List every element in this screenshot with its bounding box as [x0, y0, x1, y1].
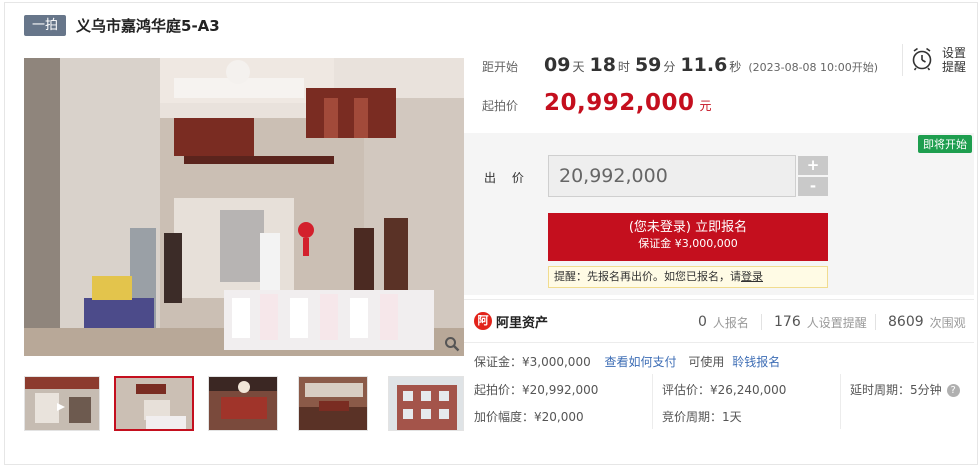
- thumbnail-4[interactable]: [298, 376, 368, 431]
- usable-text: 可使用: [688, 355, 725, 369]
- signup-button[interactable]: (您未登录) 立即报名 保证金 ¥3,000,000: [548, 213, 828, 261]
- help-icon[interactable]: ?: [946, 384, 960, 397]
- alipay-signup-link[interactable]: 聆钱报名: [732, 355, 780, 369]
- signup-label: (您未登录) 立即报名: [628, 220, 748, 235]
- starting-price-label: 起拍价: [482, 99, 519, 113]
- stat-views: 8609 次围观: [888, 300, 966, 344]
- thumbnail-1[interactable]: [24, 376, 100, 431]
- bid-label: 出 价: [484, 171, 530, 185]
- brand-stats-row: 阿 阿里资产 0 人报名 176 人设置提醒 8609 次围观: [464, 299, 974, 343]
- increase-bid-button[interactable]: +: [798, 156, 828, 175]
- countdown-days-unit: 天: [572, 60, 585, 74]
- stat-signups-label: 人报名: [712, 315, 749, 330]
- countdown-minutes-unit: 分: [663, 60, 676, 74]
- deposit-text: 保证金：¥3,000,000: [474, 355, 591, 369]
- living-room-photo: [24, 58, 464, 356]
- stat-signups-count: 0: [698, 314, 707, 330]
- countdown-seconds: 11.6: [680, 54, 728, 76]
- stat-reminders-count: 176: [774, 314, 801, 330]
- set-reminder-button[interactable]: 设置提醒: [902, 44, 972, 76]
- page-title: 义乌市嘉鸿华庭5-A3: [76, 16, 220, 35]
- main-photo[interactable]: [24, 58, 464, 356]
- countdown-row: 距开始 09 天 18 时 59 分 11.6 秒 (2023-08-08 10…: [482, 54, 878, 76]
- detail-assessed-price: 评估价：¥26,240,000: [662, 383, 787, 397]
- stat-views-label: 次围观: [929, 315, 966, 330]
- countdown-minutes: 59: [634, 54, 662, 76]
- divider: [840, 374, 841, 429]
- countdown-days: 09: [544, 54, 571, 76]
- thumbnail-2[interactable]: [114, 376, 194, 431]
- signup-deposit: 保证金 ¥3,000,000: [638, 237, 738, 250]
- detail-bid-cycle: 竞价周期：1天: [662, 410, 742, 424]
- price-unit: 元: [699, 99, 712, 113]
- countdown-seconds-unit: 秒: [729, 60, 742, 74]
- bid-panel: 即将开始 出 价 20,992,000 + - (您未登录) 立即报名 保证金 …: [464, 133, 974, 295]
- thumbnail-5[interactable]: [388, 376, 464, 431]
- alibaba-assets-logo-icon: 阿: [474, 312, 492, 330]
- login-tip: 提醒：先报名再出价。如您已报名，请登录: [548, 266, 828, 288]
- thumbnail-3[interactable]: [208, 376, 278, 431]
- stat-reminders: 176 人设置提醒: [774, 300, 867, 344]
- deposit-line: 保证金：¥3,000,000 查看如何支付 可使用 聆钱报名: [474, 353, 780, 370]
- thumbnail-strip: [24, 376, 464, 431]
- countdown-hours-unit: 时: [617, 60, 630, 74]
- divider: [652, 374, 653, 429]
- bid-amount-input[interactable]: 20,992,000: [548, 155, 796, 197]
- set-reminder-label: 设置提醒: [941, 46, 966, 74]
- divider: [761, 314, 762, 330]
- detail-delay: 延时周期：5分钟?: [850, 381, 960, 398]
- detail-starting-price: 起拍价：¥20,992,000: [474, 383, 599, 397]
- alarm-clock-icon: [911, 47, 933, 74]
- how-to-pay-link[interactable]: 查看如何支付: [605, 355, 677, 369]
- auction-round-badge: 一拍: [24, 14, 67, 36]
- login-link[interactable]: 登录: [741, 270, 763, 283]
- detail-delay-text: 延时周期：5分钟: [850, 383, 942, 397]
- divider: [875, 314, 876, 330]
- starting-price-row: 起拍价 20,992,000 元: [482, 90, 712, 116]
- start-time: (2023-08-08 10:00开始): [748, 61, 879, 74]
- title-row: 一拍 义乌市嘉鸿华庭5-A3: [24, 13, 220, 37]
- stat-views-count: 8609: [888, 314, 924, 330]
- status-badge: 即将开始: [918, 135, 972, 153]
- countdown-hours: 18: [589, 54, 616, 76]
- brand-name: 阿里资产: [496, 315, 549, 331]
- stat-reminders-label: 人设置提醒: [806, 315, 867, 330]
- brand[interactable]: 阿 阿里资产: [474, 312, 548, 331]
- detail-increment: 加价幅度：¥20,000: [474, 410, 584, 424]
- magnifier-icon[interactable]: [444, 336, 460, 352]
- stat-signups: 0 人报名: [698, 300, 749, 344]
- starting-price-value: 20,992,000: [544, 90, 695, 116]
- login-tip-text: 提醒：先报名再出价。如您已报名，请: [554, 270, 741, 283]
- decrease-bid-button[interactable]: -: [798, 177, 828, 196]
- countdown-label: 距开始: [482, 60, 519, 74]
